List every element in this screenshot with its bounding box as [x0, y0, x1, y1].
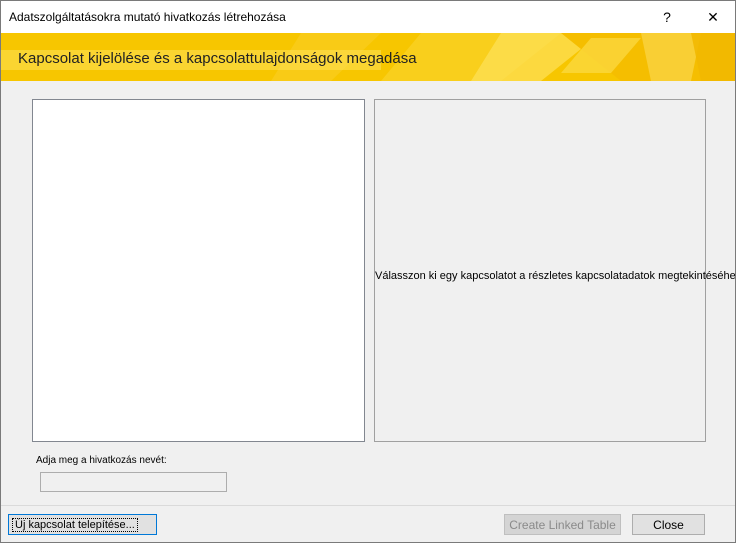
new-connection-label: Új kapcsolat telepítése... — [12, 517, 138, 532]
window-title: Adatszolgáltatásokra mutató hivatkozás l… — [9, 10, 286, 24]
dialog-window: Adatszolgáltatásokra mutató hivatkozás l… — [0, 0, 736, 543]
create-linked-table-button[interactable]: Create Linked Table — [504, 514, 621, 535]
title-bar: Adatszolgáltatásokra mutató hivatkozás l… — [1, 1, 735, 33]
help-button[interactable]: ? — [645, 1, 689, 33]
link-name-label: Adja meg a hivatkozás nevét: — [36, 455, 167, 466]
wizard-banner: Kapcsolat kijelölése és a kapcsolattulaj… — [1, 33, 735, 81]
close-button[interactable]: Close — [632, 514, 705, 535]
close-icon[interactable]: ✕ — [691, 1, 735, 33]
footer-divider — [1, 505, 735, 506]
banner-title: Kapcsolat kijelölése és a kapcsolattulaj… — [18, 50, 417, 67]
link-name-input[interactable] — [40, 472, 227, 492]
connection-details-panel: Válasszon ki egy kapcsolatot a részletes… — [374, 99, 736, 442]
new-connection-button[interactable]: Új kapcsolat telepítése... — [8, 514, 157, 535]
connection-list[interactable] — [32, 99, 365, 442]
details-placeholder-text: Válasszon ki egy kapcsolatot a részletes… — [375, 270, 736, 282]
